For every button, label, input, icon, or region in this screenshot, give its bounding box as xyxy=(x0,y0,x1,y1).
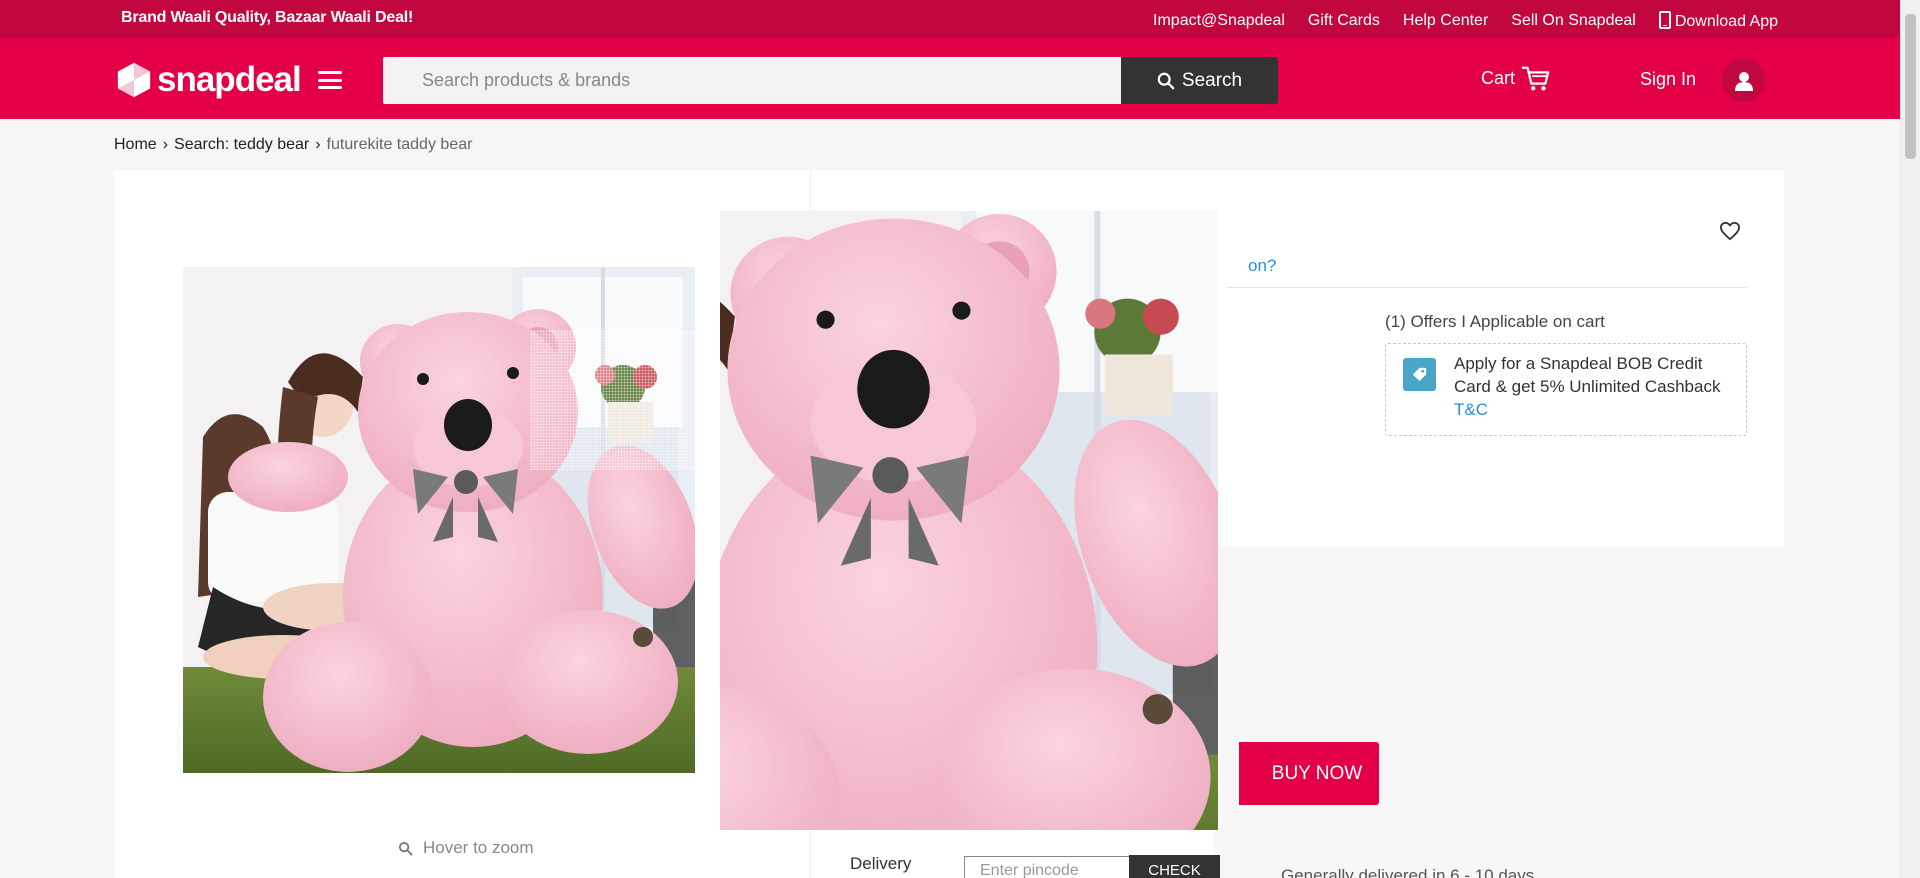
search-button[interactable]: Search xyxy=(1121,57,1278,104)
offers-title: (1) Offers I Applicable on cart xyxy=(1385,312,1605,331)
sign-in-link[interactable]: Sign In xyxy=(1640,69,1696,90)
cart-label: Cart xyxy=(1481,67,1516,88)
help-center-link[interactable]: Help Center xyxy=(1403,12,1488,30)
offer-text: Apply for a Snapdeal BOB Credit Card & g… xyxy=(1454,352,1744,421)
download-app-label: Download App xyxy=(1674,13,1778,30)
info-divider xyxy=(1227,287,1747,288)
top-links: Impact@Snapdeal Gift Cards Help Center S… xyxy=(1153,11,1778,31)
gift-cards-link[interactable]: Gift Cards xyxy=(1308,12,1380,30)
pincode-input[interactable] xyxy=(964,856,1130,878)
hover-to-zoom-label: Hover to zoom xyxy=(423,838,534,857)
check-button-label: CHECK xyxy=(1148,862,1201,878)
logo[interactable]: snapdeal xyxy=(115,60,302,100)
zoom-pane xyxy=(720,211,1218,830)
menu-icon[interactable] xyxy=(318,71,342,89)
heart-icon[interactable] xyxy=(1719,221,1741,241)
breadcrumb: Home › Search: teddy bear › futurekite t… xyxy=(114,136,472,154)
page-scrollbar[interactable] xyxy=(1900,0,1920,878)
search-button-label: Search xyxy=(1181,69,1243,91)
check-button[interactable]: CHECK xyxy=(1129,855,1220,878)
buy-now-button[interactable]: BUY NOW xyxy=(1239,742,1379,805)
zoom-lens xyxy=(530,330,695,470)
search-icon xyxy=(1157,72,1175,89)
header: snapdeal Search Cart Sign In xyxy=(0,38,1900,119)
cart-button[interactable]: Cart xyxy=(1481,63,1551,93)
teddy-bear-zoomed-image xyxy=(720,211,1218,830)
zoom-window xyxy=(720,211,1219,830)
tnc-link[interactable]: T&C xyxy=(1454,400,1488,419)
magnifier-icon xyxy=(398,841,413,856)
impact-link[interactable]: Impact@Snapdeal xyxy=(1153,12,1285,30)
sell-on-snapdeal-link[interactable]: Sell On Snapdeal xyxy=(1511,12,1636,30)
phone-icon xyxy=(1658,11,1671,29)
snapdeal-logo-icon xyxy=(117,62,151,98)
avatar[interactable] xyxy=(1722,59,1765,102)
download-app-link[interactable]: Download App xyxy=(1658,11,1778,31)
offer-tag-icon xyxy=(1403,358,1436,391)
user-icon xyxy=(1734,71,1753,91)
tagline: Brand Waali Quality, Bazaar Waali Deal! xyxy=(121,9,414,26)
buy-now-label: BUY NOW xyxy=(1271,762,1363,784)
offer-card: Apply for a Snapdeal BOB Credit Card & g… xyxy=(1385,343,1747,436)
breadcrumb-search[interactable]: Search: teddy bear xyxy=(174,136,309,154)
chevron-right-icon: › xyxy=(162,136,169,153)
breadcrumb-home[interactable]: Home xyxy=(114,136,157,154)
hover-to-zoom: Hover to zoom xyxy=(398,838,534,858)
buy-box-background xyxy=(1214,547,1784,878)
delivery-time: Generally delivered in 6 - 10 days xyxy=(1281,866,1535,878)
delivery-label: Delivery xyxy=(850,854,912,873)
logo-text: snapdeal xyxy=(157,60,302,99)
zoom-edge xyxy=(1218,211,1219,830)
offer-description: Apply for a Snapdeal BOB Credit Card & g… xyxy=(1454,354,1721,396)
chevron-right-icon: › xyxy=(315,136,321,153)
search-input[interactable] xyxy=(383,57,1121,104)
breadcrumb-current: futurekite taddy bear xyxy=(326,136,473,153)
cart-icon xyxy=(1521,66,1550,91)
top-strip: Brand Waali Quality, Bazaar Waali Deal! … xyxy=(0,0,1900,38)
partial-question-link[interactable]: on? xyxy=(1248,256,1276,276)
scrollbar-thumb[interactable] xyxy=(1905,14,1916,159)
